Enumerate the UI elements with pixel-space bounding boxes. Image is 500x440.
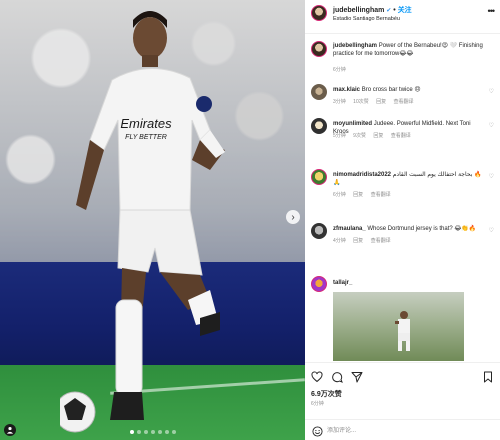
like-comment-heart-icon[interactable]: ♡	[489, 227, 494, 234]
comment-text: tallajr_	[333, 279, 483, 287]
action-icons	[311, 371, 363, 383]
comment-username[interactable]: nimomadridista2022	[333, 172, 391, 178]
commenter-avatar[interactable]	[311, 169, 327, 185]
like-comment-heart-icon[interactable]: ♡	[489, 173, 494, 180]
author-username[interactable]: judebellingham	[333, 7, 384, 14]
comment-text: max.klaic Bro cross bar twice 😠	[333, 86, 483, 94]
post-sidebar: judebellingham ✔ • 关注 Estadio Santiago B…	[305, 0, 500, 440]
comment-text: nimomadridista2022 بحاجة احتفالك يوم الس…	[333, 171, 483, 187]
author-avatar[interactable]	[311, 5, 327, 21]
location-link[interactable]: Estadio Santiago Bernabéu	[333, 16, 400, 22]
post-photo[interactable]: Emirates FLY BETTER ›	[0, 0, 305, 440]
comment-username[interactable]: zfmaulana_	[333, 226, 366, 232]
add-comment-bar	[305, 419, 500, 440]
comment-icon[interactable]	[331, 371, 343, 383]
caption-meta: 6分钟	[333, 66, 352, 73]
reply-button[interactable]: 回复	[353, 192, 363, 198]
caption-username[interactable]: judebellingham	[333, 43, 377, 49]
comment-meta: 3分钟 10次赞 回复 查看翻译	[333, 98, 420, 105]
caption-text: judebellingham Power of the Bernabeu!😍 🤍…	[333, 42, 483, 58]
comment-text: zfmaulana_ Whose Dortmund jersey is that…	[333, 225, 483, 233]
photo-page-dot	[157, 430, 162, 434]
photo-page-dot	[150, 430, 155, 434]
comment-meta: 5分钟 9次赞 回复 查看翻译	[333, 132, 417, 139]
shirt-slogan-text: FLY BETTER	[125, 134, 167, 141]
comment-meta: 6分钟 回复 查看翻译	[333, 191, 397, 198]
comment-likes[interactable]: 10次赞	[353, 99, 369, 105]
like-comment-heart-icon[interactable]: ♡	[489, 88, 494, 95]
photo-page-indicator	[0, 430, 305, 434]
comment-meta: 4分钟 回复 查看翻译	[333, 237, 397, 244]
shirt-sponsor-text: Emirates	[120, 116, 172, 131]
comment-age: 5分钟	[333, 133, 346, 139]
comment-username[interactable]: moyunlimited	[333, 121, 372, 127]
chevron-right-icon: ›	[291, 211, 295, 223]
comment-age: 4分钟	[333, 238, 346, 244]
translate-button[interactable]: 查看翻译	[394, 99, 414, 105]
author-line: judebellingham ✔ • 关注	[333, 5, 412, 15]
comment-username[interactable]: max.klaic	[333, 87, 360, 93]
translate-button[interactable]: 查看翻译	[391, 133, 411, 139]
post-header: judebellingham ✔ • 关注 Estadio Santiago B…	[305, 0, 500, 34]
author-avatar[interactable]	[311, 41, 327, 57]
reply-button[interactable]: 回复	[376, 99, 386, 105]
photo-page-dot	[136, 430, 141, 434]
comment-input[interactable]	[327, 426, 477, 436]
more-icon[interactable]: •••	[488, 6, 496, 16]
like-comment-heart-icon[interactable]: ♡	[489, 122, 494, 129]
photo-page-dot	[164, 430, 169, 434]
next-photo-button[interactable]: ›	[286, 210, 300, 224]
comments-list[interactable]: judebellingham Power of the Bernabeu!😍 🤍…	[305, 36, 500, 361]
share-icon[interactable]	[351, 371, 363, 383]
comment-age: 3分钟	[333, 99, 346, 105]
post-actions: 6.9万次赞 6分钟	[305, 362, 500, 440]
photo-page-dot	[143, 430, 148, 434]
post-time: 6分钟	[311, 401, 324, 407]
like-count[interactable]: 6.9万次赞	[311, 389, 342, 399]
comment-body: Whose Dortmund jersey is that? 😂👏🔥	[367, 226, 477, 232]
smile-icon[interactable]	[311, 425, 323, 437]
translate-button[interactable]: 查看翻译	[371, 192, 391, 198]
commenter-avatar[interactable]	[311, 118, 327, 134]
bookmark-icon[interactable]	[482, 371, 494, 383]
photo-page-dot	[129, 430, 134, 434]
follow-button[interactable]: 关注	[398, 7, 412, 14]
player-illustration: Emirates FLY BETTER	[60, 11, 225, 433]
comment-body: Bro cross bar twice 😠	[361, 87, 421, 93]
comment-likes[interactable]: 9次赞	[353, 133, 366, 139]
heart-icon[interactable]	[311, 371, 323, 383]
reply-button[interactable]: 回复	[353, 238, 363, 244]
user-tag-icon[interactable]	[4, 424, 16, 436]
caption-age: 6分钟	[333, 67, 346, 73]
commenter-avatar[interactable]	[311, 223, 327, 239]
comment-username[interactable]: tallajr_	[333, 280, 352, 286]
translate-button[interactable]: 查看翻译	[371, 238, 391, 244]
reply-button[interactable]: 回复	[373, 133, 383, 139]
gif-player-figure	[395, 311, 410, 351]
verified-badge-icon: ✔	[386, 8, 392, 14]
commenter-avatar[interactable]	[311, 84, 327, 100]
comment-age: 6分钟	[333, 192, 346, 198]
separator-dot: •	[393, 7, 396, 14]
photo-page-dot	[171, 430, 176, 434]
commenter-avatar[interactable]	[311, 276, 327, 292]
comment-gif-image[interactable]	[333, 292, 464, 361]
